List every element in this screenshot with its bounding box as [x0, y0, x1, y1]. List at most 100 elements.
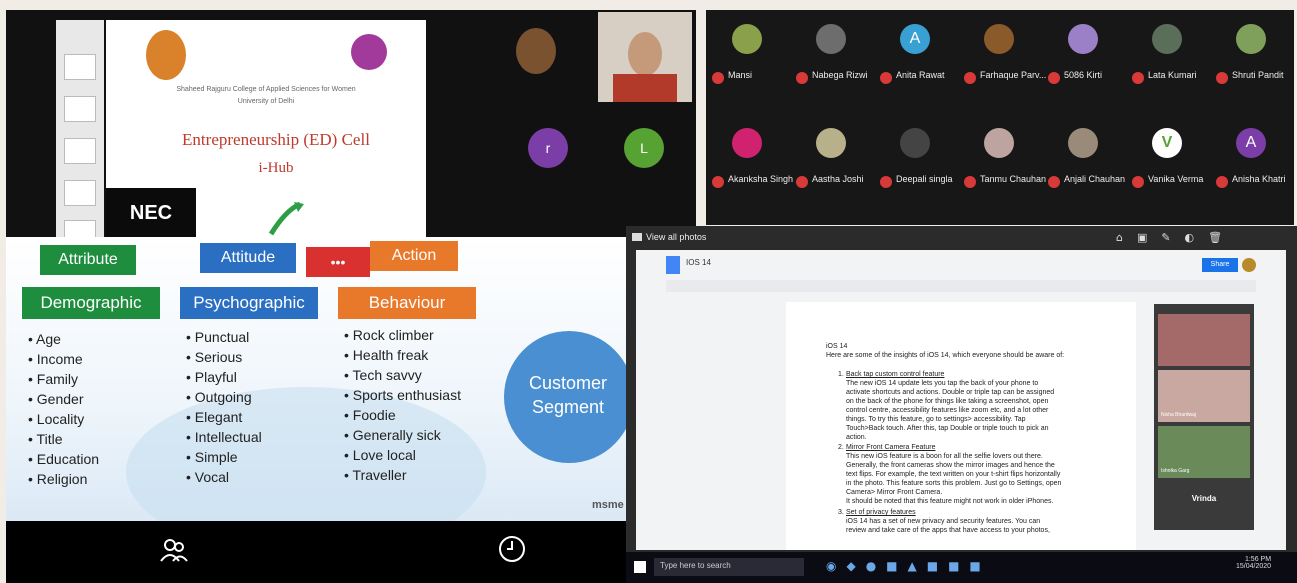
- list-item: Generally sick: [344, 425, 461, 445]
- participant-tile[interactable]: Aastha Joshi: [790, 114, 874, 214]
- participant-name: Aastha Joshi: [812, 174, 864, 184]
- attribute-label: Attribute: [40, 245, 136, 275]
- clock-time: 1:56 PM: [1244, 556, 1272, 563]
- list-item: Income: [28, 349, 99, 369]
- section-number: 1.: [838, 371, 844, 378]
- list-item: Foodie: [344, 405, 461, 425]
- list-item: Playful: [186, 367, 262, 387]
- participant-tile[interactable]: V Vanika Verma: [1126, 114, 1210, 214]
- doc-line: things. To try this feature, go to setti…: [846, 416, 1026, 423]
- taskbar-search-box[interactable]: Type here to search: [654, 558, 804, 576]
- list-item: Serious: [186, 347, 262, 367]
- participant-avatar-l[interactable]: L: [624, 128, 664, 168]
- participant-video[interactable]: [1158, 314, 1250, 366]
- participant-tile[interactable]: A Anita Rawat: [874, 10, 958, 110]
- participant-avatar: [816, 128, 846, 158]
- slide-subtitle: i-Hub: [258, 160, 294, 176]
- slide-thumbnail[interactable]: [64, 180, 96, 206]
- slide-thumbnails[interactable]: [56, 20, 104, 238]
- muted-mic-icon: [1048, 176, 1060, 188]
- participant-tile[interactable]: Mansi: [706, 10, 790, 110]
- taskbar-clock[interactable]: 1:56 PM 15/04/2020: [1236, 556, 1271, 570]
- participant-grid-panel: Mansi Nabega Rizwi A Anita Rawat Farhaque…: [706, 10, 1294, 225]
- slide-thumbnail[interactable]: [64, 220, 96, 238]
- section-title: Mirror Front Camera Feature: [846, 444, 936, 451]
- speaker-face: [628, 32, 662, 76]
- doc-line: It should be noted that this feature mig…: [846, 498, 1054, 505]
- docs-window: IOS 14 Share iOS 14 Here are some of the…: [636, 250, 1286, 550]
- meeting-presentation-panel: Shaheed Rajguru College of Applied Scien…: [6, 10, 696, 238]
- doc-line: The new iOS 14 update lets you tap the b…: [846, 380, 1039, 387]
- doc-line: iOS 14 has a set of new privacy and secu…: [846, 518, 1041, 525]
- psychographic-heading: Psychographic: [180, 287, 318, 319]
- windows-start-icon[interactable]: [634, 561, 646, 573]
- slide-thumbnail[interactable]: [64, 138, 96, 164]
- participant-tile[interactable]: Deepali singla: [874, 114, 958, 214]
- participant-tile[interactable]: Shruti Pandit: [1210, 10, 1294, 110]
- participants-icon[interactable]: [158, 535, 190, 567]
- speaker-clothing: [613, 74, 677, 102]
- account-avatar[interactable]: [1242, 258, 1256, 272]
- section-number: 3.: [838, 509, 844, 516]
- list-item: Tech savvy: [344, 365, 461, 385]
- participant-name: Deepali singla: [896, 174, 953, 184]
- participant-tile[interactable]: A Anisha Khatri: [1210, 114, 1294, 214]
- muted-mic-icon: [1048, 72, 1060, 84]
- view-all-photos-link[interactable]: View all photos: [646, 232, 706, 242]
- slide-thumbnail[interactable]: [64, 54, 96, 80]
- photo-toolbar-icons[interactable]: ⌂ ▣ ✎ ◐ 🗑: [1116, 231, 1222, 244]
- video-name: Ishnika Garg: [1161, 468, 1190, 474]
- doc-line: in the photo. This feature sorts this pr…: [846, 480, 1062, 487]
- participant-tile[interactable]: Tanmu Chauhan: [958, 114, 1046, 214]
- participant-video-tile[interactable]: [516, 28, 556, 74]
- list-item: Simple: [186, 447, 262, 467]
- doc-title[interactable]: IOS 14: [686, 258, 711, 267]
- list-item: Title: [28, 429, 99, 449]
- slide-title: Entrepreneurship (ED) Cell: [182, 130, 370, 149]
- participant-name: Shruti Pandit: [1232, 70, 1284, 80]
- docs-toolbar[interactable]: [666, 280, 1256, 292]
- taskbar-app-icons[interactable]: ◉◆●■▲■■■: [826, 559, 991, 573]
- participant-tile[interactable]: Lata Kumari: [1126, 10, 1210, 110]
- slide-thumbnail[interactable]: [64, 96, 96, 122]
- psychographic-list: Punctual Serious Playful Outgoing Elegan…: [186, 327, 262, 487]
- list-item: Gender: [28, 389, 99, 409]
- doc-line: text flips. For example, the text writte…: [846, 471, 1061, 478]
- participant-video[interactable]: Nisha Bhardwaj: [1158, 370, 1250, 422]
- list-item: Age: [28, 329, 99, 349]
- participant-avatar-r[interactable]: r: [528, 128, 568, 168]
- muted-mic-icon: [796, 176, 808, 188]
- clock-icon[interactable]: [496, 533, 528, 565]
- nec-logo: NEC: [106, 188, 196, 238]
- participant-tile[interactable]: Anjali Chauhan: [1042, 114, 1126, 214]
- muted-mic-icon: [1132, 176, 1144, 188]
- college-logo-icon: [146, 30, 186, 80]
- muted-mic-icon: [1216, 176, 1228, 188]
- share-button[interactable]: Share: [1202, 258, 1238, 272]
- meeting-control-bar: [6, 521, 626, 583]
- participant-tile[interactable]: Akanksha Singh: [706, 114, 794, 214]
- attitude-label: Attitude: [200, 243, 296, 273]
- arrow-logo-icon: [266, 200, 306, 236]
- msme-logo: msme: [592, 499, 624, 511]
- participant-name: Anjali Chauhan: [1064, 174, 1126, 184]
- slide-college-name: Shaheed Rajguru College of Applied Scien…: [176, 86, 356, 93]
- muted-mic-icon: [964, 176, 976, 188]
- document-screenshot-panel: View all photos ⌂ ▣ ✎ ◐ 🗑 IOS 14 Share i…: [626, 226, 1297, 583]
- speaker-video[interactable]: [598, 12, 692, 102]
- list-item: Locality: [28, 409, 99, 429]
- demographic-list: Age Income Family Gender Locality Title …: [28, 329, 99, 489]
- participant-name: Akanksha Singh: [728, 174, 794, 184]
- list-item: Vocal: [186, 467, 262, 487]
- photo-icon: [632, 233, 642, 241]
- doc-line: activate shortcuts and actions. Double o…: [846, 389, 1055, 396]
- muted-mic-icon: [796, 72, 808, 84]
- participant-video[interactable]: Ishnika Garg: [1158, 426, 1250, 478]
- participant-tile[interactable]: Farhaque Parv...: [958, 10, 1046, 110]
- list-item: Intellectual: [186, 427, 262, 447]
- list-item: Health freak: [344, 345, 461, 365]
- more-options-button[interactable]: •••: [306, 247, 370, 277]
- participant-tile[interactable]: Nabega Rizwi: [790, 10, 874, 110]
- participant-name: Nabega Rizwi: [812, 70, 868, 80]
- participant-tile[interactable]: 5086 Kirti: [1042, 10, 1126, 110]
